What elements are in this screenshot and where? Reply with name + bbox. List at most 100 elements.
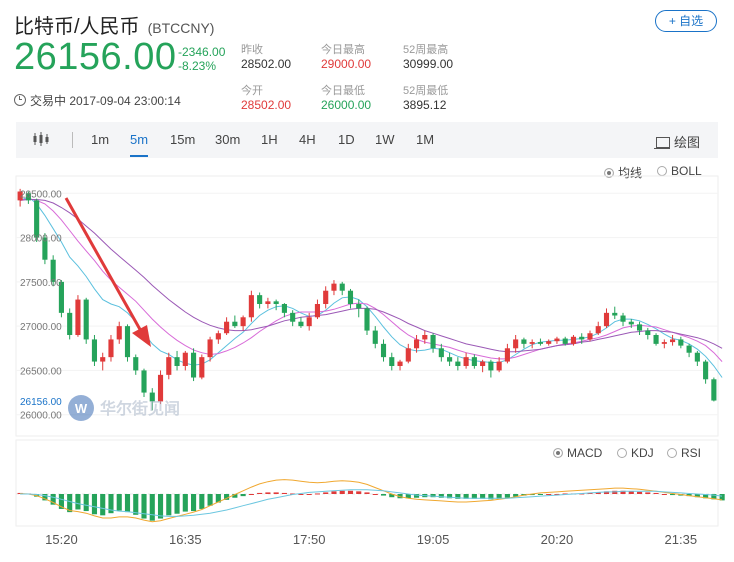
candle-body — [587, 333, 593, 340]
candle-body — [529, 342, 535, 344]
macd-bar — [248, 494, 254, 495]
macd-bar — [116, 494, 122, 511]
time-tick-label: 20:20 — [541, 532, 574, 547]
candle-body — [471, 357, 477, 366]
candle-body — [554, 338, 560, 342]
candle-body — [612, 312, 618, 316]
candle-body — [537, 342, 543, 344]
candle-body — [347, 290, 354, 304]
candle-body — [281, 304, 287, 313]
candle-body — [570, 336, 577, 344]
candle-body — [91, 339, 98, 362]
time-tick-label: 19:05 — [417, 532, 450, 547]
macd-bar — [191, 494, 197, 512]
candle-body — [364, 308, 370, 331]
time-tick-label: 17:50 — [293, 532, 326, 547]
candle-body — [257, 295, 263, 304]
candle-body — [67, 312, 73, 335]
candle-body — [116, 326, 122, 340]
candle-body — [653, 335, 659, 344]
macd-bar — [199, 494, 205, 509]
macd-bar — [306, 494, 312, 495]
price-tick-label: 26500.00 — [20, 366, 62, 377]
price-tick-label: 27000.00 — [20, 322, 62, 333]
macd-bar — [124, 494, 131, 513]
candle-body — [703, 361, 709, 380]
candle-body — [323, 290, 329, 304]
macd-bar — [83, 494, 89, 512]
candle-body — [430, 335, 436, 349]
candle-body — [620, 315, 626, 322]
candle-body — [273, 301, 279, 304]
candle-body — [496, 361, 502, 371]
macd-bar — [331, 491, 337, 494]
candle-body — [422, 335, 428, 340]
candle-body — [83, 299, 89, 340]
candle-body — [463, 357, 469, 366]
macd-bar — [133, 494, 139, 515]
macd-bar — [372, 494, 378, 495]
candle-body — [290, 312, 296, 322]
macd-bar — [645, 492, 651, 494]
main-panel-frame — [15, 175, 719, 437]
price-tick-label: 26000.00 — [20, 411, 62, 422]
candle-body — [314, 304, 321, 318]
candle-body — [546, 341, 552, 344]
candle-body — [75, 299, 81, 335]
candle-body — [108, 339, 114, 358]
candle-body — [174, 357, 180, 366]
arrow-head — [132, 325, 151, 347]
macd-bar — [182, 494, 188, 512]
price-chart[interactable]: 28500.00 28000.00 27500.00 27000.00 26500.00… — [0, 0, 734, 562]
candle-body — [438, 348, 444, 358]
macd-bar — [157, 494, 164, 519]
candle-body — [579, 336, 585, 340]
candle-body — [513, 339, 519, 349]
candle-body — [413, 339, 420, 349]
macd-bar — [504, 494, 510, 498]
candle-body — [694, 352, 700, 362]
candle-body — [504, 348, 510, 362]
candle-body — [488, 361, 494, 371]
macd-panel — [16, 479, 725, 523]
candle-body — [224, 321, 230, 334]
macd-bar — [207, 494, 213, 506]
macd-bar — [314, 493, 321, 495]
macd-bar — [356, 491, 362, 494]
candle-body — [711, 379, 717, 401]
candle-body — [670, 339, 676, 343]
macd-bar — [339, 490, 345, 494]
macd-bar — [166, 494, 172, 516]
candle-body — [686, 345, 692, 353]
candle-body — [521, 339, 527, 344]
price-tick-label: 28500.00 — [20, 189, 62, 200]
macd-bar — [240, 494, 246, 497]
candle-body — [372, 330, 378, 344]
candle-body — [157, 374, 164, 402]
candle-body — [562, 338, 568, 344]
candle-body — [199, 357, 205, 378]
macd-bar — [100, 494, 106, 516]
last-price-label: 26156.00 — [20, 397, 62, 408]
candle-body — [339, 283, 345, 291]
macd-bar — [174, 494, 180, 514]
candle-body — [240, 317, 246, 327]
candle-body — [191, 352, 197, 378]
macd-bar — [149, 494, 155, 521]
candle-body — [380, 343, 387, 358]
candle-body — [595, 326, 601, 334]
macd-bar — [91, 494, 98, 515]
macd-bar — [380, 494, 387, 496]
candle-body — [678, 339, 684, 346]
candle-body — [628, 321, 634, 325]
candle-body — [397, 361, 403, 366]
watermark-text: 华尔街见闻 — [100, 399, 180, 418]
candle-body — [34, 200, 40, 238]
candle-body — [133, 357, 139, 371]
candle-body — [455, 361, 461, 366]
macd-bar — [273, 492, 279, 494]
candle-body — [480, 361, 486, 366]
watermark-logo-glyph: W — [75, 401, 88, 416]
macd-panel-frame — [15, 439, 719, 527]
candle-body — [298, 321, 304, 327]
